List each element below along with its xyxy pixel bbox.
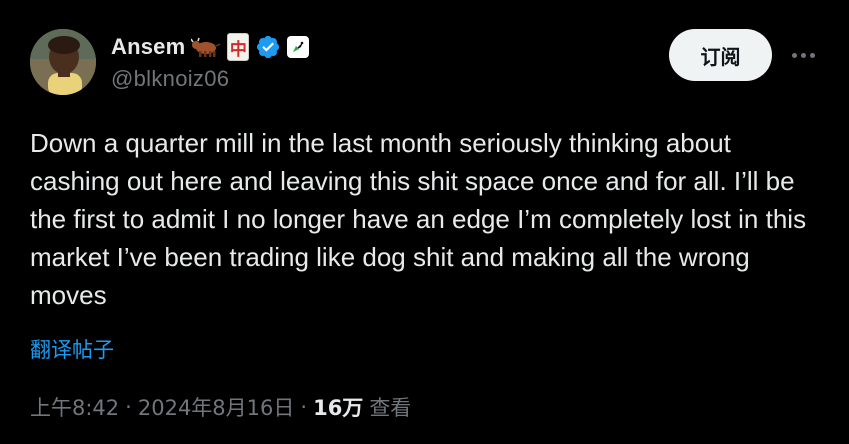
subscribe-button[interactable]: 订阅	[669, 29, 772, 81]
more-horizontal-icon	[791, 52, 797, 58]
avatar[interactable]	[30, 29, 96, 95]
bull-emoji	[191, 35, 221, 59]
mahjong-emoji: 中	[227, 33, 250, 61]
views-count[interactable]: 16万	[313, 392, 363, 422]
author-name-row: Ansem 中	[111, 32, 310, 62]
bull-icon	[191, 37, 221, 57]
more-horizontal-icon-dot	[800, 52, 806, 58]
meta-separator: ·	[125, 395, 132, 419]
tweet: Ansem 中 @blknoiz06 订阅 Down a quarter mil…	[0, 0, 849, 444]
post-date[interactable]: 2024年8月16日	[138, 392, 295, 422]
translate-post-link[interactable]: 翻译帖子	[30, 334, 114, 364]
views-label: 查看	[369, 396, 412, 420]
post-time[interactable]: 上午8:42	[30, 392, 119, 422]
verified-badge-icon[interactable]	[255, 34, 281, 60]
post-text: Down a quarter mill in the last month se…	[30, 128, 814, 310]
author-display-name[interactable]: Ansem	[111, 34, 185, 60]
post-meta: 上午8:42 · 2024年8月16日 · 16万 查看	[30, 392, 411, 422]
more-horizontal-icon-dot	[809, 52, 815, 58]
meta-separator: ·	[300, 395, 308, 419]
avatar-image	[30, 29, 96, 95]
affiliate-badge[interactable]	[287, 36, 310, 58]
more-options-button[interactable]	[786, 40, 820, 70]
author-handle[interactable]: @blknoiz06	[111, 66, 229, 92]
rocket-icon	[293, 41, 304, 52]
